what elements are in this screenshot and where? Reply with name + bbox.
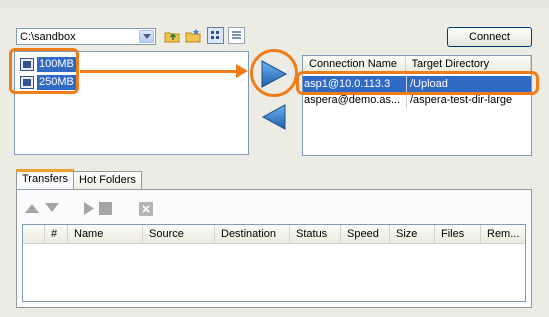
column-speed[interactable]: Speed <box>341 225 390 243</box>
new-folder-icon[interactable] <box>185 28 201 44</box>
list-view-button[interactable] <box>228 27 245 44</box>
transfers-table[interactable]: # Name Source Destination Status Speed S… <box>22 224 526 302</box>
move-up-icon[interactable] <box>24 202 40 214</box>
chevron-down-icon <box>143 34 151 39</box>
column-source[interactable]: Source <box>143 225 215 243</box>
download-arrow-icon[interactable] <box>258 100 292 134</box>
selected-connection-highlight <box>296 71 539 95</box>
column-remaining[interactable]: Rem... <box>481 225 525 243</box>
column-status[interactable]: Status <box>290 225 341 243</box>
path-dropdown-button[interactable] <box>139 30 154 43</box>
tab-hot-folders[interactable]: Hot Folders <box>73 171 142 189</box>
transfers-header: # Name Source Destination Status Speed S… <box>23 225 525 244</box>
grid-view-icon <box>211 31 219 39</box>
column-size[interactable]: Size <box>390 225 435 243</box>
folder-up-icon[interactable] <box>164 28 180 44</box>
window-top-edge <box>0 0 549 8</box>
remove-icon[interactable] <box>139 202 153 216</box>
icon-view-button[interactable] <box>207 27 224 44</box>
column-name[interactable]: Name <box>68 225 143 243</box>
upload-button-highlight <box>250 49 298 97</box>
column-number[interactable]: # <box>45 225 68 243</box>
column-destination[interactable]: Destination <box>215 225 290 243</box>
bottom-tabs: Transfers Hot Folders <box>16 169 142 189</box>
selected-files-highlight <box>9 48 79 94</box>
annotation-arrowhead <box>236 64 248 78</box>
play-icon[interactable] <box>83 202 95 215</box>
annotation-connector-line <box>80 70 244 73</box>
move-down-icon[interactable] <box>44 202 60 214</box>
tab-transfers[interactable]: Transfers <box>16 169 75 189</box>
column-files[interactable]: Files <box>435 225 481 243</box>
path-value: C:\sandbox <box>20 31 76 43</box>
path-combobox[interactable]: C:\sandbox <box>16 28 156 45</box>
list-view-icon <box>232 31 241 39</box>
transfers-panel: # Name Source Destination Status Speed S… <box>16 189 532 308</box>
stop-icon[interactable] <box>99 202 112 215</box>
connect-button[interactable]: Connect <box>447 27 532 47</box>
column-select[interactable] <box>23 225 45 243</box>
